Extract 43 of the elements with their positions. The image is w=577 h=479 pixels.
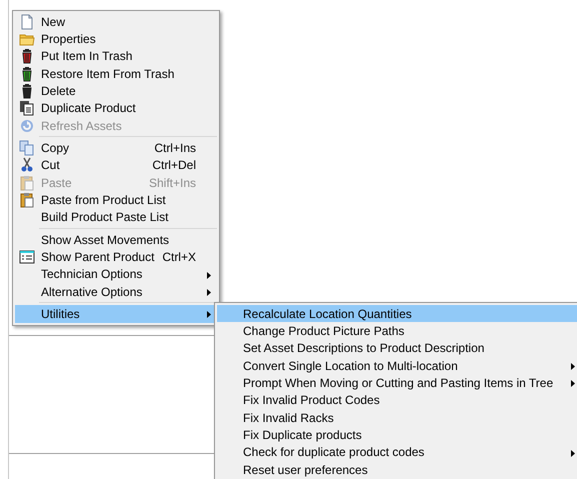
menu-item[interactable]: Check for duplicate product codes (217, 444, 577, 461)
copy-icon (19, 140, 35, 156)
shortcut-label: Ctrl+Ins (154, 140, 197, 155)
menu-item[interactable]: Put Item In Trash (15, 48, 217, 65)
menu-item[interactable]: Technician Options (15, 266, 217, 283)
list-icon (19, 248, 35, 265)
menu-item[interactable]: Reset user preferences (217, 460, 577, 478)
menu-item[interactable]: Prompt When Moving or Cutting and Pasting Items in Tree (217, 374, 577, 392)
submenu-arrow-icon (207, 288, 211, 296)
documents-icon (19, 100, 35, 116)
menu-item[interactable]: Fix Invalid Product Codes (217, 392, 577, 409)
menu-item[interactable]: Paste from Product List (15, 191, 217, 209)
menu-item[interactable]: Alternative Options (15, 282, 217, 300)
refresh-icon (19, 118, 35, 134)
submenu-arrow-icon (571, 380, 575, 388)
clipboard-icon (19, 192, 35, 208)
submenu-arrow-icon (571, 362, 575, 370)
submenu-arrow-icon (207, 272, 211, 279)
menu-item[interactable]: Recalculate Location Quantities (217, 305, 577, 322)
menu-item[interactable]: Change Product Picture Paths (217, 322, 577, 340)
doc-icon (19, 14, 35, 30)
menu-item[interactable]: Copy Ctrl+Ins (15, 139, 217, 157)
menu-item[interactable]: Convert Single Location to Multi-location (217, 356, 577, 374)
clipboard-icon (19, 174, 35, 191)
menu-item[interactable]: Show Asset Movements (15, 230, 217, 248)
menu-item[interactable]: Fix Invalid Racks (217, 408, 577, 426)
submenu-arrow-icon (571, 450, 575, 457)
menu-item[interactable]: Restore Item From Trash (15, 64, 217, 82)
menu-item[interactable]: Delete (15, 82, 217, 100)
submenu-arrow-icon (207, 311, 211, 318)
menu-item[interactable]: Properties (15, 30, 217, 48)
menu-item[interactable]: Set Asset Descriptions to Product Description (217, 340, 577, 357)
menu-item[interactable]: Fix Duplicate products (217, 426, 577, 444)
menu-item[interactable]: Build Product Paste List (15, 208, 217, 226)
menu-item[interactable]: New (15, 13, 217, 30)
scissors-icon (19, 157, 35, 174)
shortcut-label: Ctrl+X (162, 250, 197, 264)
menu-item[interactable]: Duplicate Product (15, 100, 217, 117)
menu-item[interactable]: Show Parent Product Ctrl+X (15, 248, 217, 266)
shortcut-label: Ctrl+Del (152, 158, 197, 172)
shortcut-label: Shift+Ins (148, 176, 197, 190)
menu-item[interactable]: Utilities (15, 305, 217, 323)
menu-item[interactable]: Cut Ctrl+Del (15, 156, 217, 174)
